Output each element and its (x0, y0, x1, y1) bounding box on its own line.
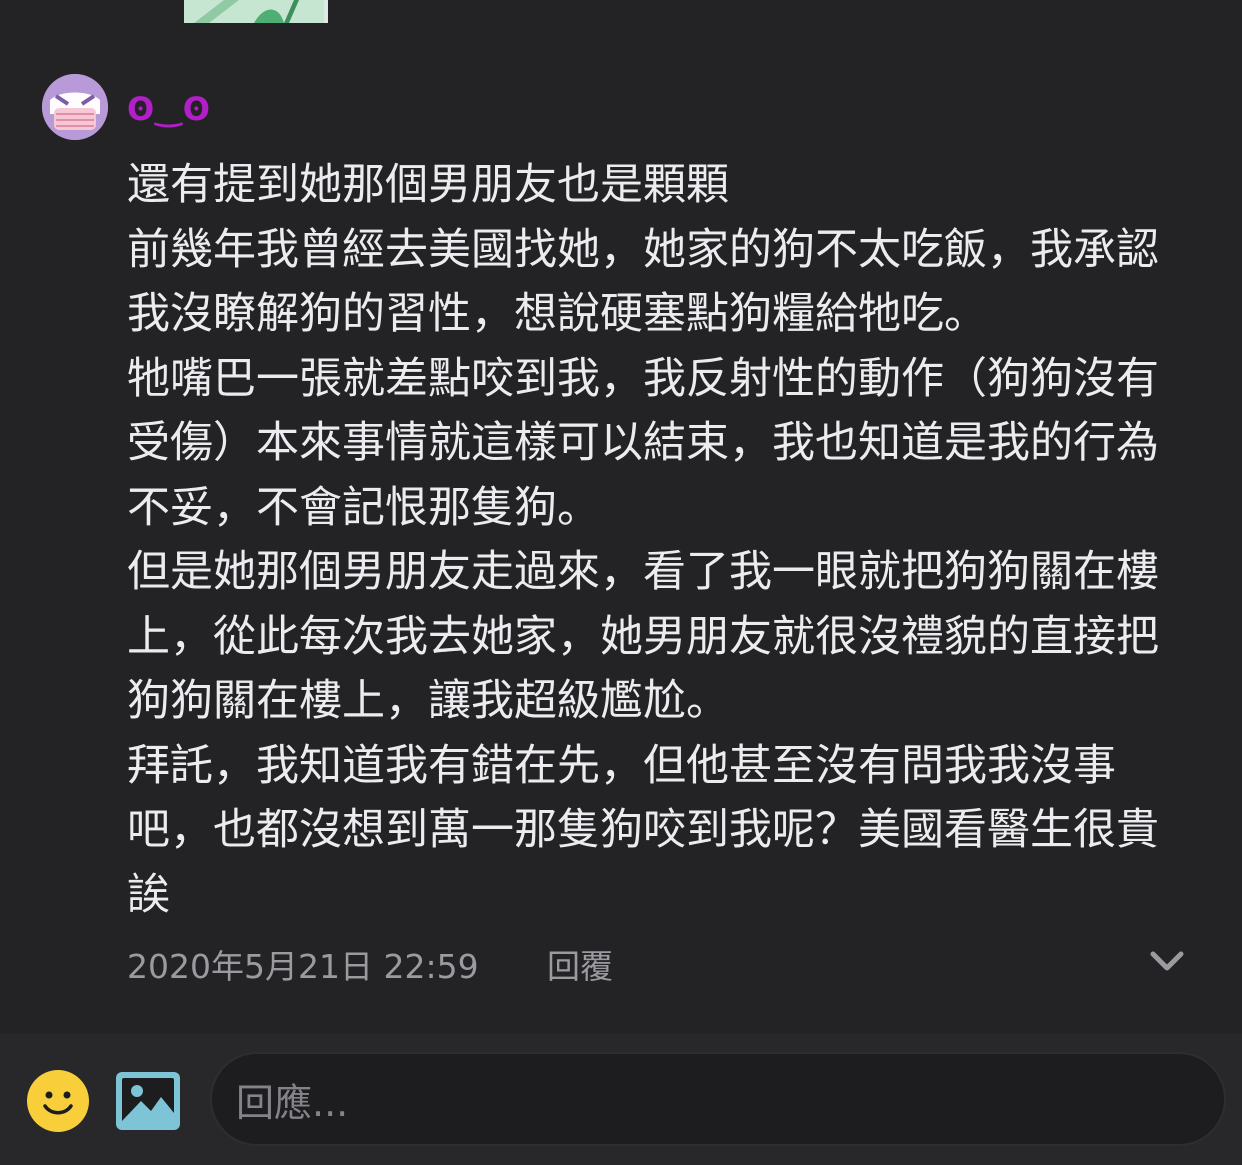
comment-body: 還有提到她那個男朋友也是顆顆 前幾年我曾經去美國找她，她家的狗不太吃飯，我承認我… (127, 153, 1187, 927)
reply-input[interactable]: 回應... (210, 1052, 1226, 1146)
timestamp: 2020年5月21日 22:59 (127, 947, 479, 986)
smiley-icon[interactable] (26, 1069, 90, 1133)
comment-thread: ʘ‿ʘ 還有提到她那個男朋友也是顆顆 前幾年我曾經去美國找她，她家的狗不太吃飯，… (0, 0, 1242, 1165)
previous-image-thumbnail[interactable] (184, 0, 328, 23)
comment-meta: 2020年5月21日 22:59 回覆 (127, 940, 1187, 986)
username[interactable]: ʘ‿ʘ (127, 90, 211, 128)
comment-paragraph: 還有提到她那個男朋友也是顆顆 (127, 160, 729, 210)
reply-button[interactable]: 回覆 (547, 940, 613, 988)
comment-paragraph: 牠嘴巴一張就差點咬到我，我反射性的動作（狗狗沒有受傷）本來事情就這樣可以結束，我… (127, 353, 1159, 533)
chevron-down-icon[interactable] (1147, 942, 1187, 982)
reply-composer: 回應... (0, 1034, 1242, 1165)
image-icon[interactable] (115, 1071, 181, 1131)
avatar[interactable] (42, 74, 108, 140)
comment-paragraph: 前幾年我曾經去美國找她，她家的狗不太吃飯，我承認我沒瞭解狗的習性，想說硬塞點狗糧… (127, 224, 1159, 340)
comment-paragraph: 但是她那個男朋友走過來，看了我一眼就把狗狗關在樓上，從此每次我去她家，她男朋友就… (127, 547, 1159, 726)
comment-paragraph: 拜託，我知道我有錯在先，但他甚至沒有問我我沒事吧，也都沒想到萬一那隻狗咬到我呢？… (127, 740, 1159, 920)
